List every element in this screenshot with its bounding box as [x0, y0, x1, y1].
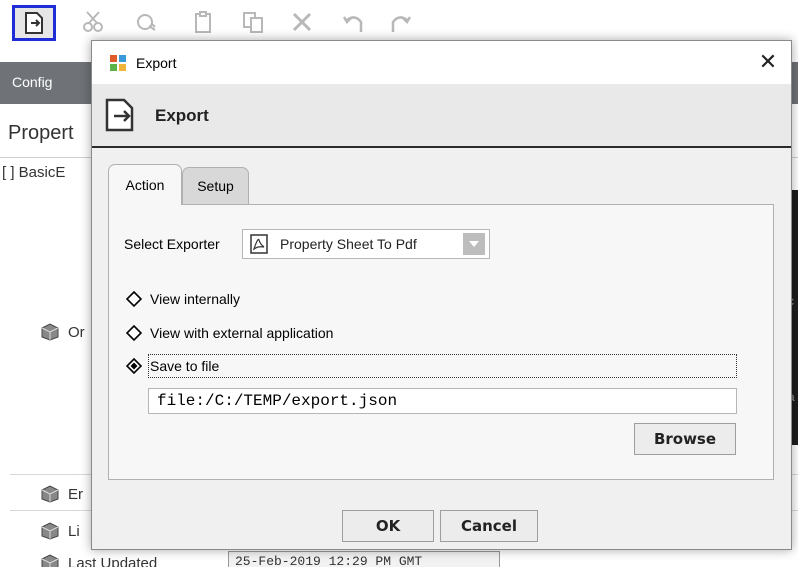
- chevron-down-icon[interactable]: [463, 233, 485, 255]
- focus-outline: [148, 354, 737, 378]
- option-label: Save to file: [150, 358, 220, 374]
- basic-row-label[interactable]: [ ] BasicE: [2, 164, 65, 181]
- export-dialog: Export ✕ Export Action Setup Select Expo…: [91, 40, 792, 550]
- paste-icon: [195, 11, 211, 33]
- tab-action[interactable]: Action: [108, 164, 182, 205]
- exporter-value: Property Sheet To Pdf: [280, 236, 417, 252]
- property-row-label: Last Updated: [68, 554, 158, 567]
- option-view-external[interactable]: View with external application: [126, 321, 333, 345]
- duplicate-button[interactable]: [236, 6, 270, 38]
- cut-icon: [83, 11, 103, 32]
- radio-diamond-icon: [126, 325, 142, 341]
- ok-button[interactable]: OK: [342, 510, 434, 542]
- header-title: Export: [155, 106, 209, 125]
- property-row[interactable]: Or: [40, 321, 85, 343]
- export-icon: [105, 98, 134, 132]
- delete-icon: [292, 12, 312, 32]
- tab-setup[interactable]: Setup: [182, 167, 249, 204]
- property-sheet-title: Propert: [8, 122, 74, 144]
- exporter-select[interactable]: Property Sheet To Pdf: [242, 229, 490, 259]
- delete-button[interactable]: [285, 6, 319, 38]
- export-icon: [25, 12, 43, 34]
- close-icon[interactable]: ✕: [751, 46, 785, 78]
- property-row[interactable]: Last Updated: [40, 552, 157, 567]
- component-icon: [41, 485, 59, 503]
- component-icon: [41, 522, 59, 540]
- app-icon: [110, 55, 126, 71]
- cut-button[interactable]: [76, 6, 110, 38]
- copy-icon: [137, 14, 156, 31]
- option-label: View internally: [150, 291, 241, 307]
- option-label: View with external application: [150, 325, 334, 341]
- export-toolbar-button[interactable]: [12, 5, 56, 41]
- option-save-to-file[interactable]: Save to file: [126, 354, 219, 378]
- property-row-label: Li: [68, 522, 80, 540]
- radio-diamond-selected-icon: [126, 358, 142, 374]
- dialog-header: Export: [92, 84, 791, 148]
- undo-button[interactable]: [336, 6, 370, 38]
- last-updated-value: 25-Feb-2019 12:29 PM GMT: [228, 551, 500, 567]
- dialog-titlebar[interactable]: Export ✕: [92, 41, 791, 84]
- toolbar: [0, 0, 798, 44]
- property-row[interactable]: Er: [40, 483, 83, 505]
- cancel-button[interactable]: Cancel: [440, 510, 538, 542]
- property-row-label: Er: [68, 485, 83, 503]
- paste-button[interactable]: [186, 6, 220, 38]
- radio-diamond-icon: [126, 291, 142, 307]
- config-tab[interactable]: Config: [12, 74, 52, 90]
- option-view-internally[interactable]: View internally: [126, 287, 240, 311]
- dialog-title: Export: [136, 55, 177, 71]
- duplicate-icon: [243, 12, 263, 33]
- app-window: Config Propert [ ] BasicE Or Er Li Last …: [0, 0, 798, 567]
- file-path-field[interactable]: file:/C:/TEMP/export.json: [148, 388, 737, 414]
- select-exporter-label: Select Exporter: [124, 236, 220, 252]
- undo-icon: [342, 16, 363, 32]
- property-row[interactable]: Li: [40, 520, 80, 542]
- component-icon: [41, 323, 59, 341]
- pdf-icon: [250, 234, 268, 254]
- browse-button[interactable]: Browse: [634, 423, 736, 455]
- component-icon: [41, 554, 59, 567]
- property-row-label: Or: [68, 323, 85, 341]
- copy-button[interactable]: [130, 6, 164, 38]
- redo-icon: [391, 16, 412, 32]
- redo-button[interactable]: [384, 6, 418, 38]
